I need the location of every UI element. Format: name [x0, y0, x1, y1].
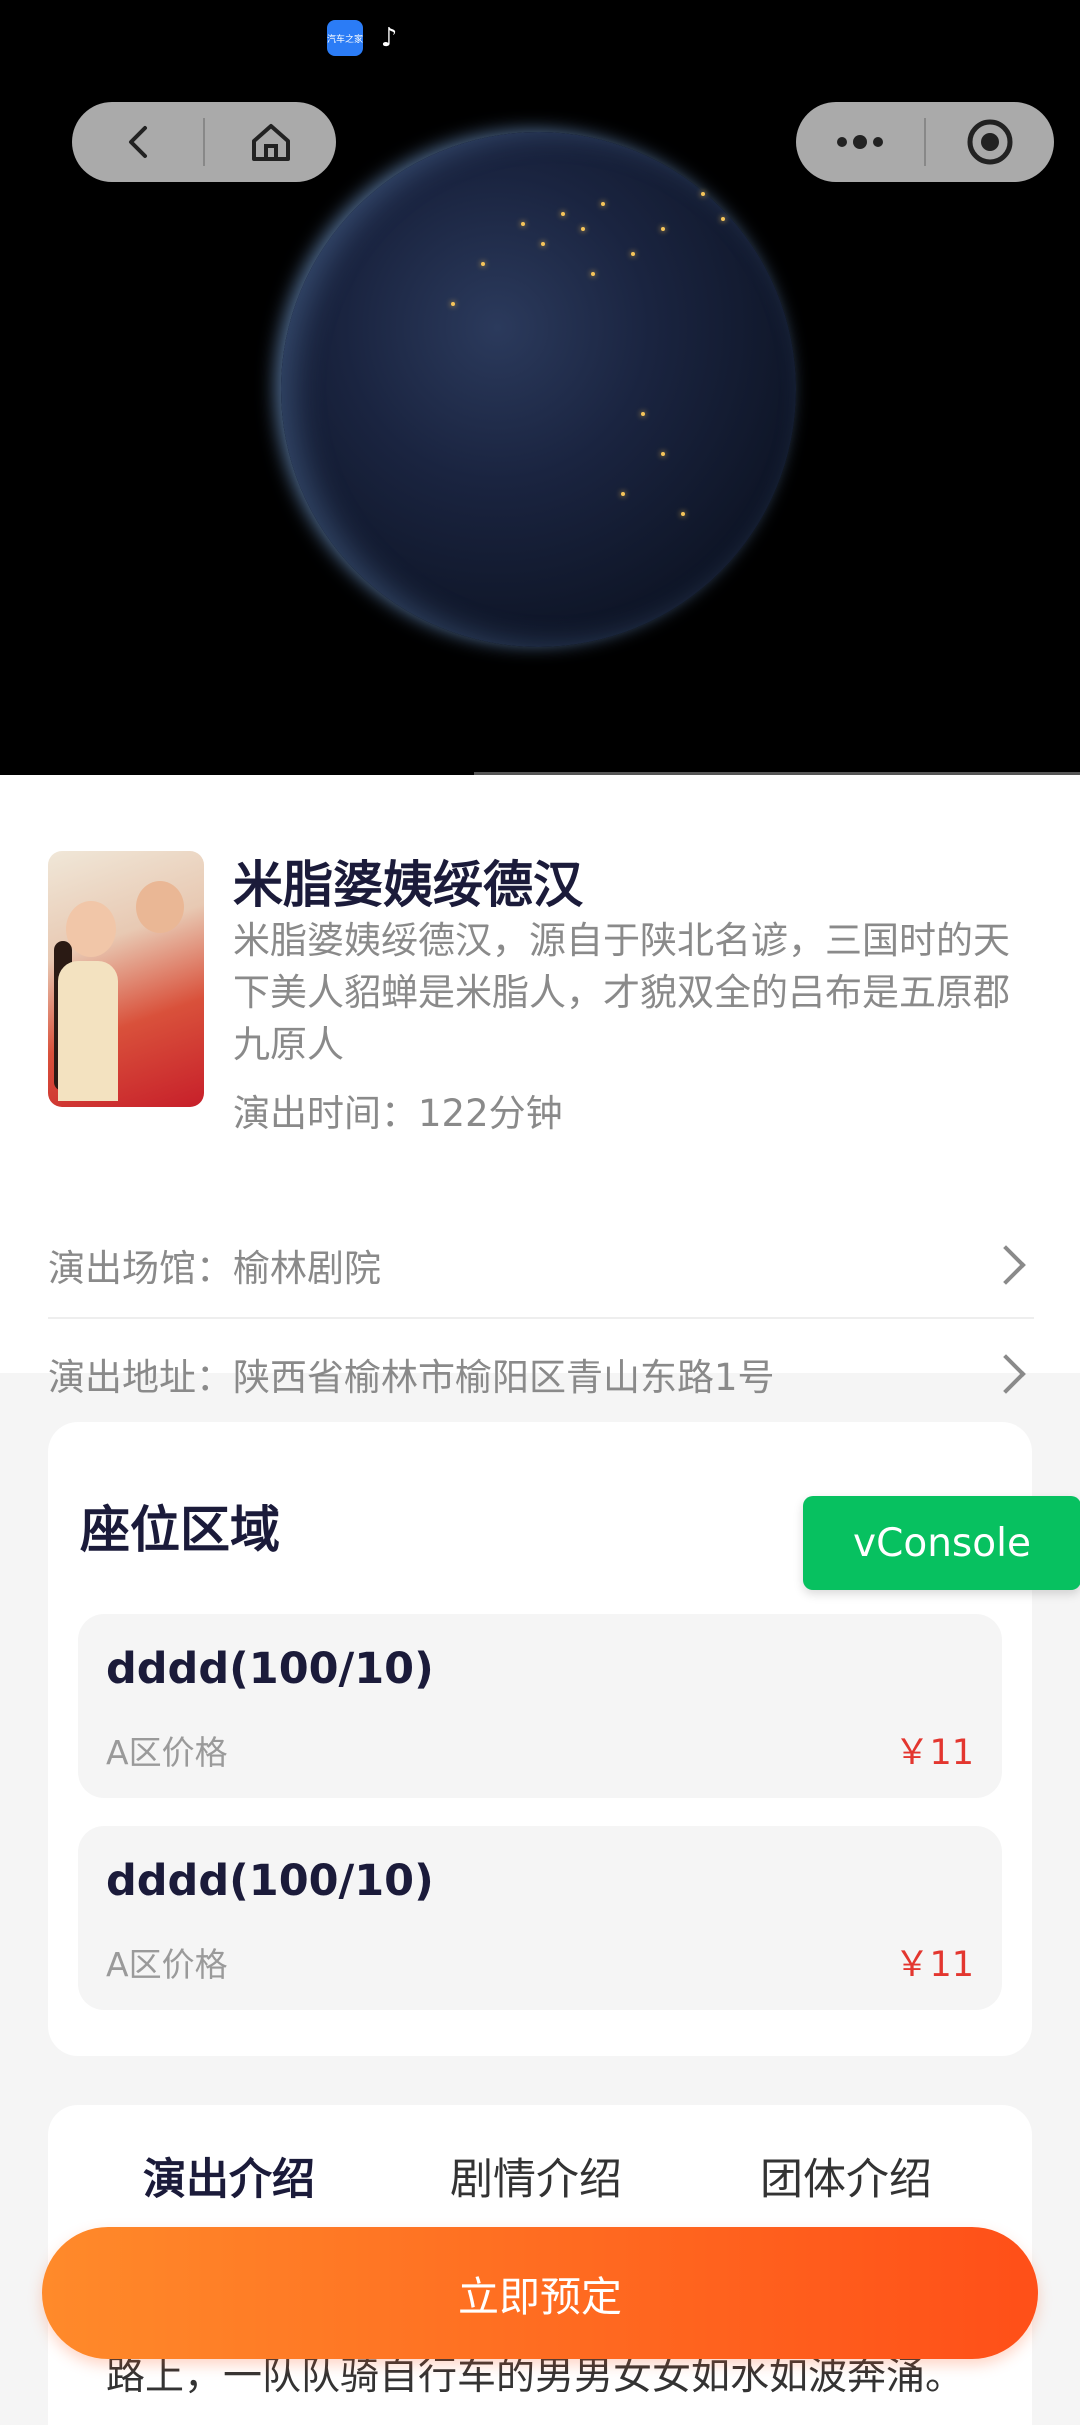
address-label: 演出地址：陕西省榆林市榆阳区青山东路1号 — [48, 1356, 775, 1399]
menu-capsule — [796, 102, 1054, 182]
home-button[interactable] — [205, 102, 336, 182]
seat-price: ￥11 — [894, 1945, 974, 1985]
chevron-right-icon — [986, 1245, 1026, 1285]
video-player[interactable]: 汽车之家 ♪ — [0, 0, 1080, 775]
status-icons: 汽车之家 ♪ — [327, 20, 407, 56]
seat-area-title: 座位区域 — [80, 1501, 280, 1559]
vconsole-button[interactable]: vConsole — [803, 1496, 1080, 1590]
seat-name: dddd(100/10) — [106, 1644, 434, 1694]
show-title: 米脂婆姨绥德汉 — [233, 856, 583, 914]
back-button[interactable] — [72, 102, 203, 182]
seat-price: ￥11 — [894, 1733, 974, 1773]
show-duration: 演出时间：122分钟 — [233, 1092, 563, 1135]
tab-plot-intro[interactable]: 剧情介绍 — [450, 2145, 622, 2207]
tiktok-icon: ♪ — [380, 23, 398, 53]
earth-image — [281, 132, 796, 647]
autohome-app-icon: 汽车之家 — [327, 20, 363, 56]
seat-area-label: A区价格 — [106, 1945, 228, 1984]
tab-show-intro[interactable]: 演出介绍 — [143, 2145, 315, 2207]
more-icon — [837, 135, 883, 149]
target-icon — [967, 119, 1013, 165]
seat-name: dddd(100/10) — [106, 1856, 434, 1906]
tab-troupe-intro[interactable]: 团体介绍 — [760, 2145, 932, 2207]
home-icon — [251, 124, 290, 161]
seat-area-label: A区价格 — [106, 1733, 228, 1772]
close-miniprogram-button[interactable] — [926, 102, 1054, 182]
show-description: 米脂婆姨绥德汉，源自于陕北名谚，三国时的天下美人貂蝉是米脂人，才貌双全的吕布是五… — [233, 919, 1010, 1066]
back-icon — [128, 126, 147, 158]
chevron-right-icon — [986, 1354, 1026, 1394]
venue-row[interactable]: 演出场馆：榆林剧院 — [48, 1213, 1034, 1319]
venue-label: 演出场馆：榆林剧院 — [48, 1247, 381, 1290]
show-info-card: 米脂婆姨绥德汉 米脂婆姨绥德汉，源自于陕北名谚，三国时的天下美人貂蝉是米脂人，才… — [0, 775, 1080, 1399]
seat-option[interactable]: dddd(100/10) A区价格 ￥11 — [78, 1826, 1002, 2010]
show-poster — [48, 851, 204, 1107]
nav-capsule — [72, 102, 336, 182]
address-row[interactable]: 演出地址：陕西省榆林市榆阳区青山东路1号 — [48, 1321, 1034, 1427]
more-button[interactable] — [796, 102, 924, 182]
book-now-button[interactable]: 立即预定 — [42, 2227, 1038, 2359]
seat-option[interactable]: dddd(100/10) A区价格 ￥11 — [78, 1614, 1002, 1798]
